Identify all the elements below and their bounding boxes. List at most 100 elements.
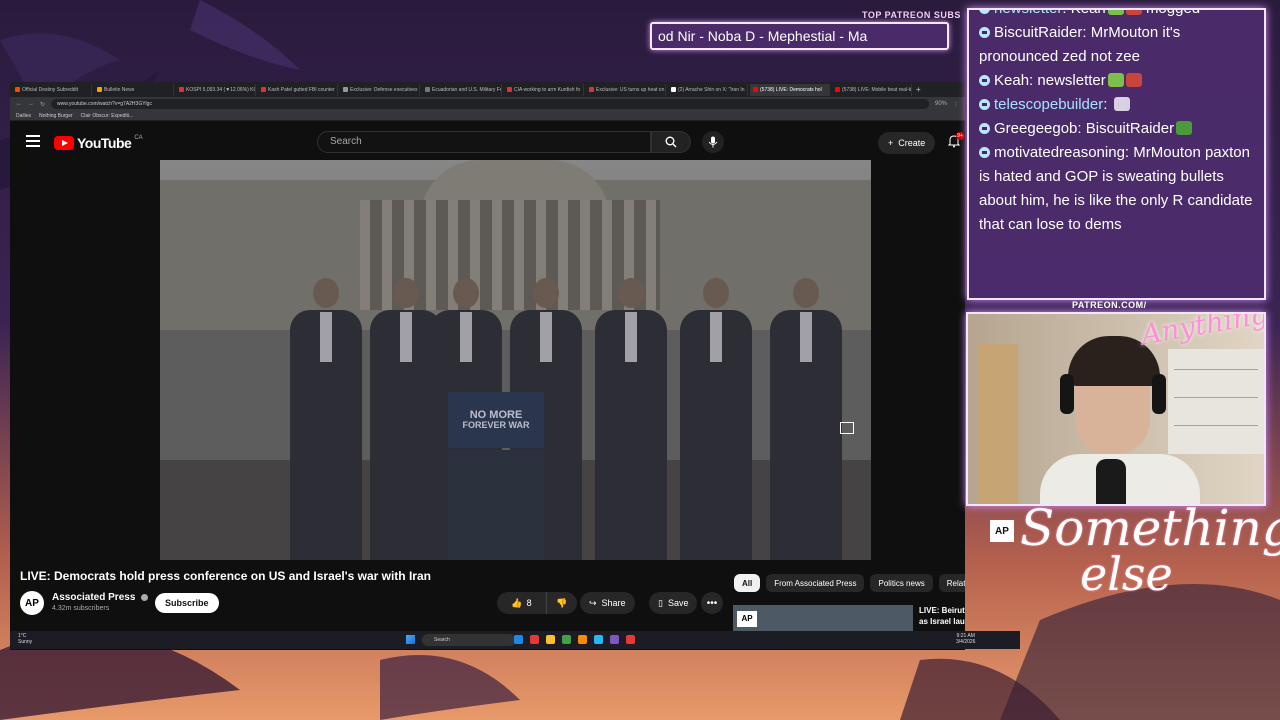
windows-start-icon[interactable] — [406, 635, 415, 644]
webcam-dresser — [1168, 349, 1264, 454]
brand-line-2: else — [1080, 546, 1173, 601]
browser-tab[interactable]: CIA working to arm Kurdish fo — [504, 83, 584, 96]
menu-icon[interactable] — [26, 135, 40, 147]
chat-emote-icon — [1113, 97, 1130, 111]
patreon-subs-ticker: od Nir - Noba D - Mephestial - Ma — [650, 22, 949, 50]
create-button[interactable]: + Create — [878, 132, 936, 154]
tab-favicon-icon — [15, 87, 20, 92]
chat-username[interactable]: BiscuitRaider — [994, 24, 1082, 41]
search-button[interactable] — [651, 131, 691, 153]
chip-all[interactable]: All — [734, 574, 761, 592]
url-field[interactable]: www.youtube.com/watch?v=g7A2H3GYlgc — [51, 99, 929, 109]
subscriber-count: 4.32m subscribers — [52, 605, 110, 612]
webcam-feed: Anything else — [966, 312, 1266, 506]
tab-favicon-icon — [753, 87, 758, 92]
more-actions-button[interactable]: ••• — [701, 592, 723, 614]
zoom-indicator[interactable]: 90% — [935, 101, 947, 107]
taskbar-search[interactable]: Search — [422, 634, 516, 646]
youtube-wordmark: YouTube — [77, 135, 132, 151]
discord-icon[interactable] — [610, 635, 619, 644]
chat-badge-icon — [979, 27, 990, 38]
channel-avatar[interactable]: AP — [20, 591, 44, 615]
browser-tab[interactable]: (5738) LIVE: Mobile beat real-ti — [832, 83, 912, 96]
brand-line-1: Something — [1020, 499, 1280, 557]
chat-text: BiscuitRaider — [1085, 120, 1175, 137]
share-icon: ↪ — [589, 597, 597, 608]
tab-strip: Official Destiny Subreddit Bulletin News K… — [10, 82, 965, 97]
forward-icon[interactable]: → — [28, 101, 34, 107]
app-icon[interactable] — [578, 635, 587, 644]
recommended-video-title[interactable]: LIVE: Beirut skyline as Israel launches.… — [919, 606, 965, 628]
chat-message: BiscuitRaider: MrMouton it's pronounced … — [979, 24, 1181, 65]
extensions-icon[interactable]: ⋮ — [953, 101, 959, 108]
chat-emote-icon — [1107, 10, 1124, 15]
chip-related[interactable]: Relate — [938, 574, 965, 592]
browser-tab[interactable]: Official Destiny Subreddit — [12, 83, 92, 96]
video-overlay — [160, 160, 871, 560]
chat-badge-icon — [979, 99, 990, 110]
plus-icon: + — [888, 138, 894, 148]
chat-message: Keah: newsletter — [979, 69, 1254, 93]
miniplayer-icon[interactable] — [840, 422, 854, 434]
app-icon[interactable] — [530, 635, 539, 644]
app-icon[interactable] — [562, 635, 571, 644]
bookmark-item[interactable]: Clair Obscur: Expediti... — [81, 113, 134, 119]
browser-tab[interactable]: Bulletin News — [94, 83, 174, 96]
browser-tab[interactable]: Ecuadorian and U.S. Military Fo — [422, 83, 502, 96]
subscribe-button[interactable]: Subscribe — [155, 593, 219, 613]
like-button[interactable]: 👍 8 — [497, 592, 547, 614]
chat-username[interactable]: Greegeegob — [994, 120, 1077, 137]
tab-label: Bulletin News — [104, 86, 135, 93]
weather-widget[interactable]: 1°C Sunny — [18, 633, 32, 645]
browser-tab[interactable]: KOSPI 5,093.34 (▼12.06%) KOS — [176, 83, 256, 96]
youtube-logo[interactable]: YouTube CA — [54, 135, 143, 151]
chat-username[interactable]: newsletter — [994, 10, 1062, 17]
browser-tab[interactable]: Exclusive: US turns up heat on — [586, 83, 666, 96]
voice-search-button[interactable] — [702, 131, 724, 153]
save-label: Save — [667, 598, 689, 608]
back-icon[interactable]: ← — [16, 101, 22, 107]
headset-icon — [1060, 374, 1074, 414]
region-code: CA — [134, 135, 143, 141]
bookmark-item[interactable]: Dailies — [16, 113, 31, 119]
share-label: Share — [601, 598, 626, 608]
browser-tab[interactable]: Kash Patel gutted FBI counter — [258, 83, 338, 96]
channel-name-wrap[interactable]: Associated Press — [52, 592, 149, 603]
chrome-icon[interactable] — [626, 635, 635, 644]
browser-tab[interactable]: (5738) LIVE: Democrats hol — [750, 83, 830, 96]
browser-tab[interactable]: (2) Arrache Shin on X: "Iran In — [668, 83, 748, 96]
taskbar-clock[interactable]: 9:21 AM 3/4/2026 — [956, 633, 975, 645]
app-icon[interactable] — [594, 635, 603, 644]
youtube-play-icon — [54, 136, 74, 150]
share-button[interactable]: ↪ Share — [580, 592, 635, 614]
save-button[interactable]: ▯ Save — [649, 592, 698, 614]
tab-favicon-icon — [671, 87, 676, 92]
reload-icon[interactable]: ↻ — [40, 101, 45, 108]
patreon-ticker-text: od Nir - Noba D - Mephestial - Ma — [658, 28, 868, 44]
chat-username[interactable]: telescopebuilder — [994, 96, 1103, 113]
new-tab-button[interactable]: + — [916, 85, 921, 94]
browser-tab[interactable]: Exclusive: Defense executives — [340, 83, 420, 96]
chat-text: Kean — [1070, 8, 1106, 17]
chip-politics-news[interactable]: Politics news — [870, 574, 933, 592]
notification-badge: 9+ — [956, 132, 964, 140]
channel-name[interactable]: Associated Press — [52, 592, 135, 603]
chat-username[interactable]: Keah — [994, 72, 1029, 89]
video-player[interactable]: NO MORE FOREVER WAR — [160, 160, 871, 560]
brand-logo: Something else — [1020, 499, 1280, 601]
video-title: LIVE: Democrats hold press conference on… — [20, 569, 431, 583]
chip-from-associated-press[interactable]: From Associated Press — [766, 574, 865, 592]
tab-label: Exclusive: Defense executives — [350, 86, 418, 93]
notifications-button[interactable]: 9+ — [947, 132, 964, 153]
file-explorer-icon[interactable] — [546, 635, 555, 644]
clock-date: 3/4/2026 — [956, 639, 976, 645]
microphone-icon — [708, 136, 718, 148]
chat-badge-icon — [979, 75, 990, 86]
tab-favicon-icon — [261, 87, 266, 92]
dislike-button[interactable]: 👎 — [547, 598, 577, 609]
taskview-icon[interactable] — [514, 635, 523, 644]
windows-taskbar: 1°C Sunny Search 9:21 AM 3/4/2026 — [10, 631, 1020, 649]
search-input[interactable]: Search — [317, 131, 651, 153]
chat-username[interactable]: motivatedreasoning — [994, 144, 1125, 161]
bookmark-item[interactable]: Nothing Burger — [39, 113, 73, 119]
